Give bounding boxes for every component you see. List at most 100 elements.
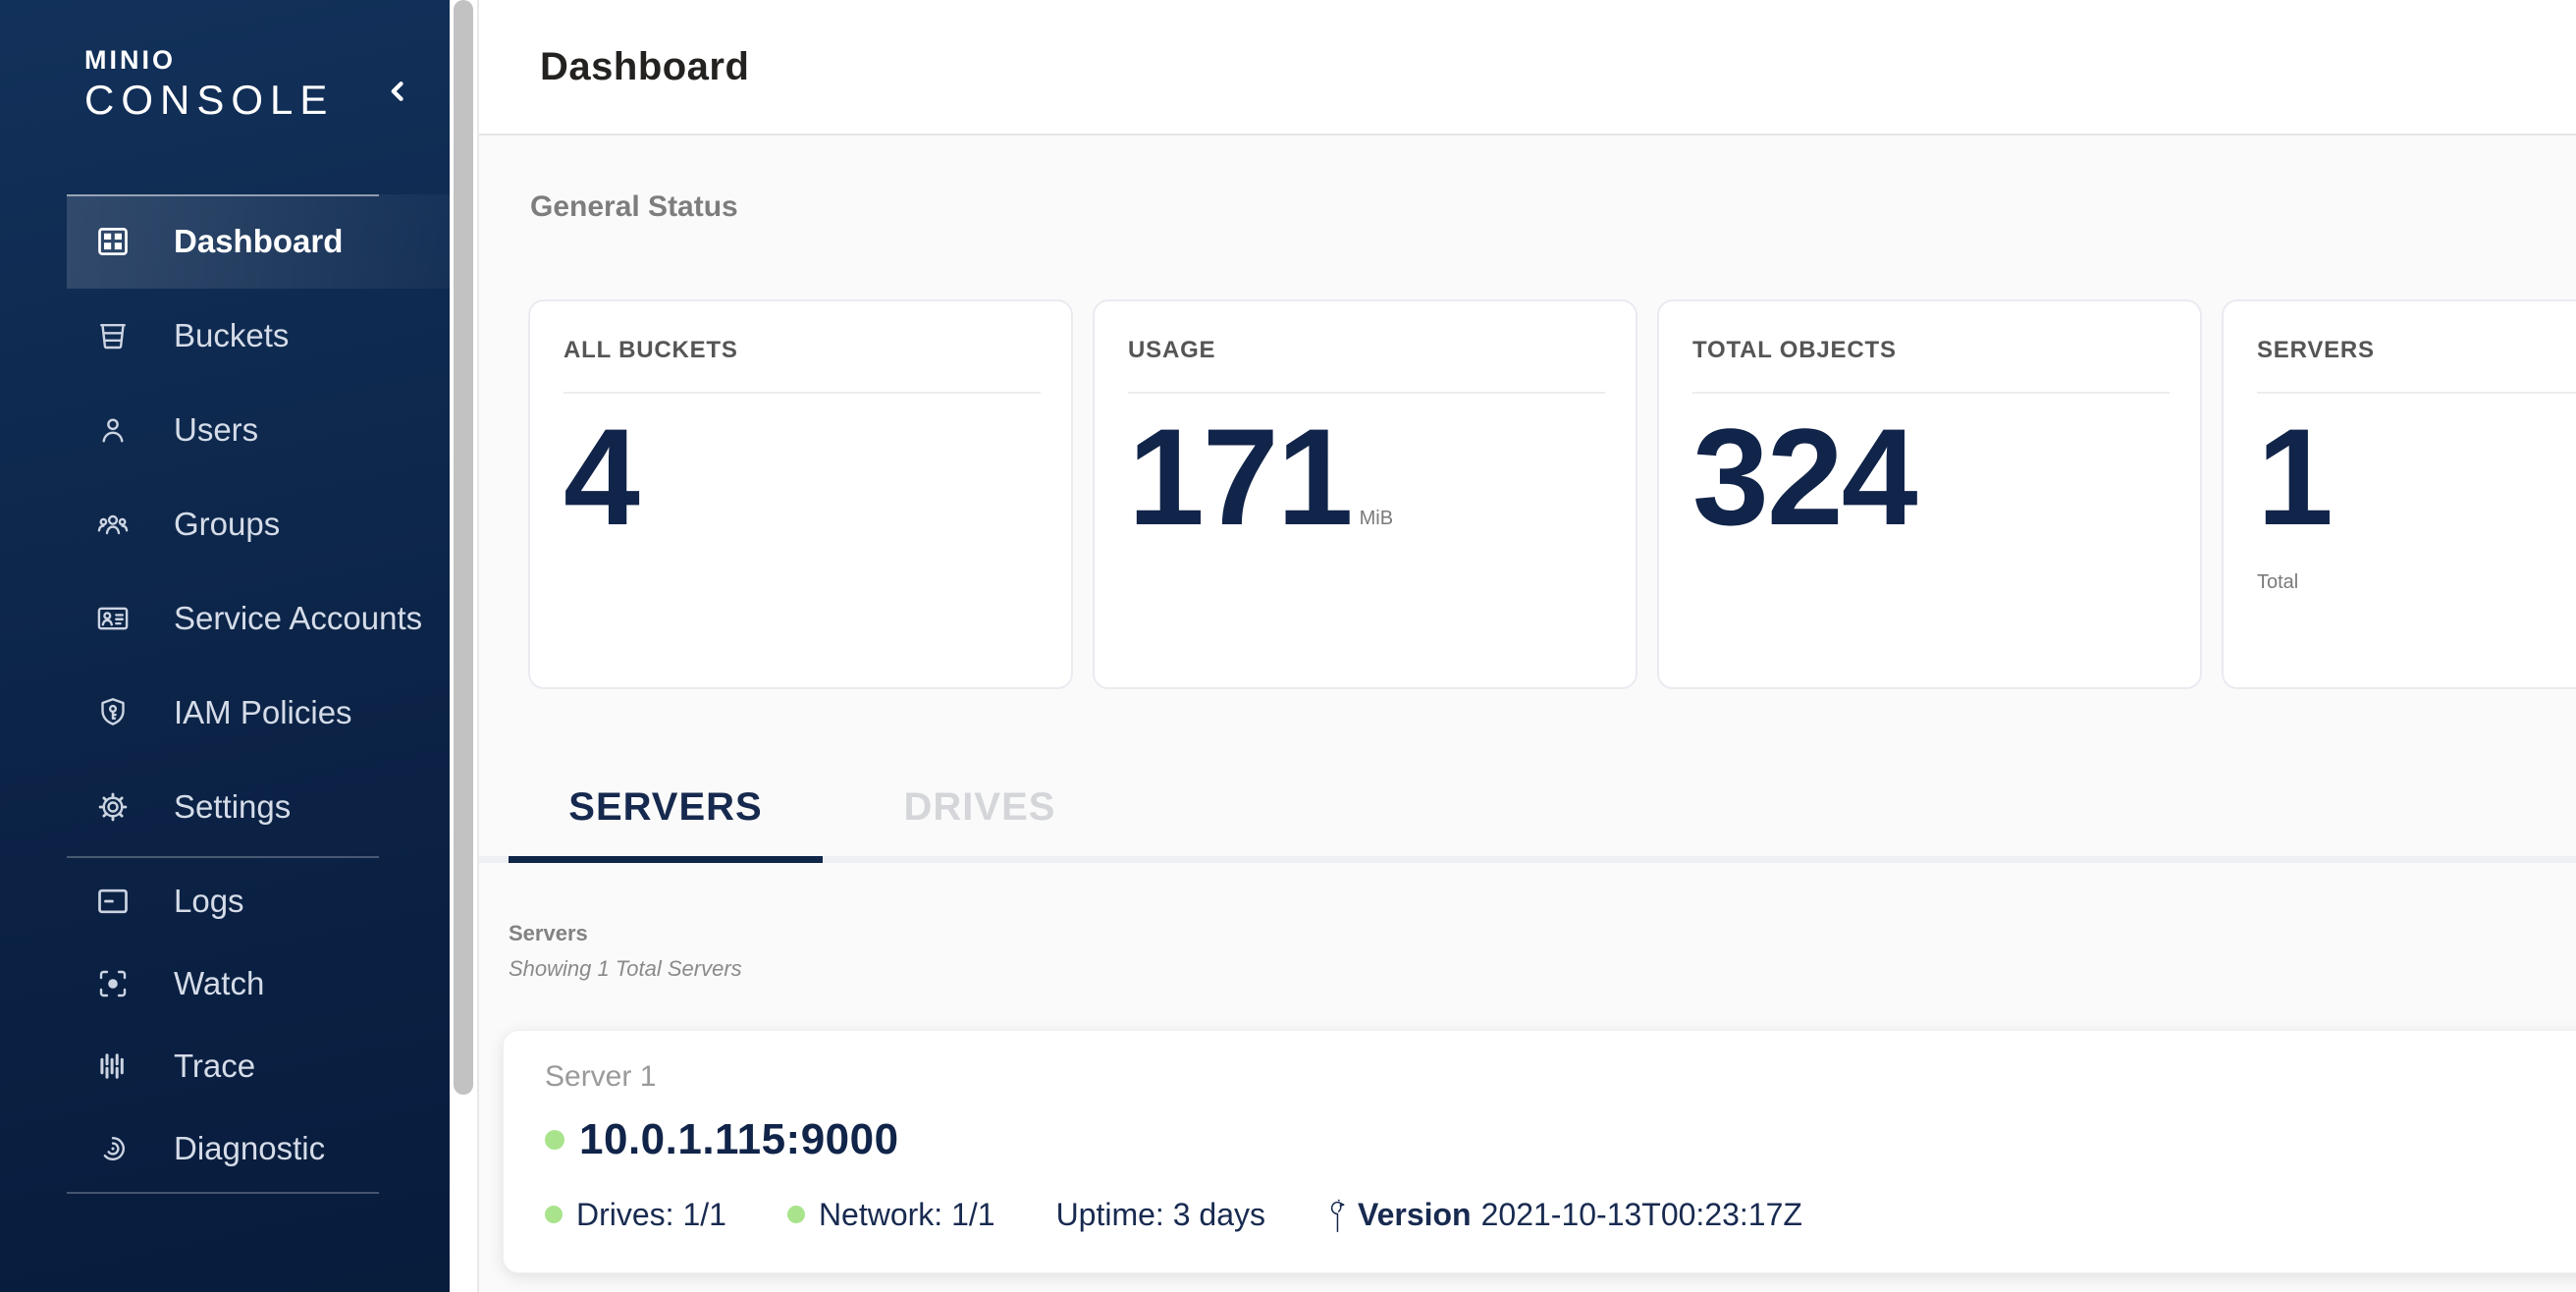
iam-policies-icon (95, 695, 131, 730)
server-version-stat: Version 2021-10-13T00:23:17Z (1326, 1194, 1802, 1235)
server-drives-stat: Drives: 1/1 (545, 1197, 726, 1233)
server-endpoint-row: 10.0.1.115:9000 (545, 1111, 2576, 1168)
server-name: Server 1 (545, 1058, 2576, 1096)
servers-list-header: Servers Showing 1 Total Servers (509, 920, 2576, 983)
status-card-value: 4 (564, 408, 638, 546)
service-accounts-icon (95, 601, 131, 636)
server-card: Server 1 10.0.1.115:9000 Drives: 1/1 Net… (503, 1030, 2576, 1273)
network-status-dot (787, 1206, 805, 1223)
chevron-left-icon (381, 75, 414, 108)
sidebar-item-users[interactable]: Users (67, 383, 450, 477)
tab-drives[interactable]: DRIVES (823, 758, 1137, 856)
sidebar-item-label: Watch (174, 965, 264, 1002)
tab-servers[interactable]: SERVERS (509, 758, 823, 856)
server-endpoint: 10.0.1.115:9000 (579, 1115, 899, 1164)
page-title: Dashboard (540, 45, 749, 89)
status-card-value: 171 (1128, 408, 1352, 546)
sidebar-item-label: IAM Policies (174, 694, 352, 731)
status-card-divider (1128, 392, 1605, 394)
sidebar-item-label: Diagnostic (174, 1130, 325, 1167)
groups-icon (95, 507, 131, 542)
watch-icon (95, 966, 131, 1001)
status-card-total-objects: TOTAL OBJECTS 324 (1657, 299, 2202, 689)
status-card-sublabel (1692, 571, 2200, 593)
dashboard-content: General Status ALL BUCKETS 4 USAGE 171 M… (479, 135, 2576, 1292)
sidebar: MINIO CONSOLE Dashboard Buckets Users Gr… (0, 0, 450, 1292)
sidebar-item-label: Service Accounts (174, 600, 422, 637)
logo-console-text: CONSOLE (84, 77, 334, 124)
minio-logo: MINIO CONSOLE (84, 47, 334, 124)
logo-minio-text: MINIO (84, 47, 334, 74)
server-version-label: Version (1358, 1197, 1472, 1233)
status-card-value: 1 (2257, 408, 2332, 546)
sidebar-item-label: Trace (174, 1048, 255, 1085)
status-card-usage: USAGE 171 MiB (1093, 299, 1637, 689)
sidebar-item-watch[interactable]: Watch (67, 942, 450, 1025)
server-uptime-stat: Uptime: 3 days (1056, 1197, 1265, 1233)
sidebar-item-label: Groups (174, 506, 280, 543)
users-icon (95, 412, 131, 448)
main-scrollbar[interactable] (450, 0, 479, 1292)
sidebar-item-label: Buckets (174, 317, 289, 354)
sidebar-divider (67, 1192, 379, 1194)
sidebar-item-logs[interactable]: Logs (67, 860, 450, 942)
server-version-value: 2021-10-13T00:23:17Z (1481, 1197, 1802, 1233)
server-uptime-label: Uptime: 3 days (1056, 1197, 1265, 1233)
tabs: SERVERS DRIVES (509, 758, 2576, 863)
sidebar-divider (67, 856, 379, 858)
drives-status-dot (545, 1206, 563, 1223)
server-network-label: Network: 1/1 (819, 1197, 995, 1233)
sidebar-item-iam-policies[interactable]: IAM Policies (67, 666, 450, 760)
tab-label: SERVERS (568, 785, 762, 830)
general-status-title: General Status (530, 188, 2576, 226)
status-cards: ALL BUCKETS 4 USAGE 171 MiB TOTAL OBJECT… (528, 299, 2576, 689)
sidebar-collapse-button[interactable] (381, 75, 414, 108)
sidebar-item-buckets[interactable]: Buckets (67, 289, 450, 383)
status-card-servers: SERVERS 1 Total (2222, 299, 2576, 689)
main-area: Dashboard General Status ALL BUCKETS 4 U… (479, 0, 2576, 1292)
servers-list-title: Servers (509, 920, 2576, 947)
diagnostic-icon (95, 1131, 131, 1166)
status-card-unit: MiB (1360, 508, 1393, 530)
dashboard-icon (95, 224, 131, 259)
tabs-row: SERVERS DRIVES (509, 758, 2576, 856)
sidebar-item-label: Logs (174, 883, 244, 920)
buckets-icon (95, 318, 131, 353)
settings-icon (95, 789, 131, 825)
sidebar-header: MINIO CONSOLE (0, 0, 450, 124)
sidebar-item-trace[interactable]: Trace (67, 1025, 450, 1107)
server-network-stat: Network: 1/1 (787, 1197, 995, 1233)
sidebar-item-label: Dashboard (174, 223, 343, 260)
sidebar-nav: Dashboard Buckets Users Groups Service A… (0, 194, 450, 1194)
sidebar-item-dashboard[interactable]: Dashboard (67, 194, 450, 289)
status-card-title: SERVERS (2257, 335, 2576, 366)
server-stats-row: Drives: 1/1 Network: 1/1 Uptime: 3 days (545, 1194, 2576, 1235)
sidebar-item-label: Settings (174, 788, 291, 826)
sidebar-item-label: Users (174, 411, 258, 449)
sidebar-item-groups[interactable]: Groups (67, 477, 450, 571)
sidebar-item-settings[interactable]: Settings (67, 760, 450, 854)
main-scrollbar-thumb[interactable] (454, 0, 473, 1095)
status-card-divider (564, 392, 1041, 394)
sidebar-item-diagnostic[interactable]: Diagnostic (67, 1107, 450, 1190)
sidebar-item-service-accounts[interactable]: Service Accounts (67, 571, 450, 666)
status-card-sublabel: Total (2257, 571, 2576, 594)
status-card-divider (2257, 392, 2576, 394)
app-window: MINIO CONSOLE Dashboard Buckets Users Gr… (0, 0, 2576, 1292)
tab-label: DRIVES (904, 785, 1056, 830)
status-card-title: USAGE (1128, 335, 1636, 366)
status-card-all-buckets: ALL BUCKETS 4 (528, 299, 1073, 689)
status-online-dot (545, 1130, 564, 1150)
status-card-sublabel (564, 571, 1071, 593)
status-card-sublabel (1128, 571, 1636, 593)
status-card-value: 324 (1692, 408, 1916, 546)
servers-list-subtitle: Showing 1 Total Servers (509, 955, 2576, 983)
status-card-title: ALL BUCKETS (564, 335, 1071, 366)
status-card-divider (1692, 392, 2170, 394)
status-card-title: TOTAL OBJECTS (1692, 335, 2200, 366)
server-drives-label: Drives: 1/1 (576, 1197, 726, 1233)
minio-bird-icon (1326, 1194, 1348, 1235)
trace-icon (95, 1049, 131, 1084)
logs-icon (95, 884, 131, 919)
page-header: Dashboard (479, 0, 2576, 135)
